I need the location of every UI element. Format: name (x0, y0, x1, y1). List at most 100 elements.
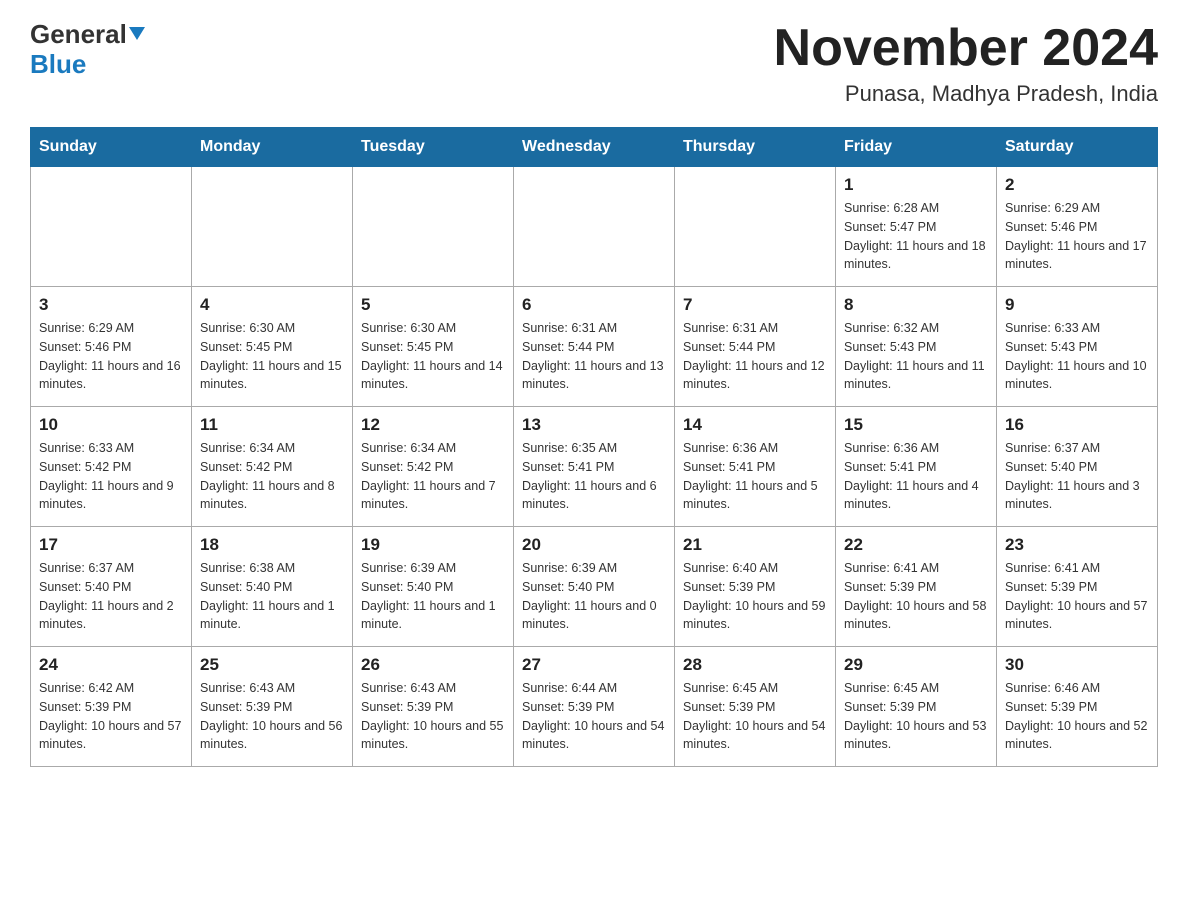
logo-blue-text: Blue (30, 50, 86, 80)
day-info: Sunrise: 6:40 AMSunset: 5:39 PMDaylight:… (683, 559, 827, 634)
calendar-cell: 9 Sunrise: 6:33 AMSunset: 5:43 PMDaylight… (997, 287, 1158, 407)
day-number: 26 (361, 655, 505, 675)
day-info: Sunrise: 6:39 AMSunset: 5:40 PMDaylight:… (522, 559, 666, 634)
calendar-cell: 4 Sunrise: 6:30 AMSunset: 5:45 PMDaylight… (192, 287, 353, 407)
day-number: 4 (200, 295, 344, 315)
day-info: Sunrise: 6:32 AMSunset: 5:43 PMDaylight:… (844, 319, 988, 394)
day-info: Sunrise: 6:45 AMSunset: 5:39 PMDaylight:… (683, 679, 827, 754)
weekday-header-tuesday: Tuesday (353, 128, 514, 167)
day-info: Sunrise: 6:45 AMSunset: 5:39 PMDaylight:… (844, 679, 988, 754)
calendar-cell: 28 Sunrise: 6:45 AMSunset: 5:39 PMDayligh… (675, 647, 836, 767)
day-number: 29 (844, 655, 988, 675)
calendar-cell: 18 Sunrise: 6:38 AMSunset: 5:40 PMDayligh… (192, 527, 353, 647)
day-number: 25 (200, 655, 344, 675)
day-info: Sunrise: 6:34 AMSunset: 5:42 PMDaylight:… (200, 439, 344, 514)
day-info: Sunrise: 6:30 AMSunset: 5:45 PMDaylight:… (200, 319, 344, 394)
week-row-5: 24 Sunrise: 6:42 AMSunset: 5:39 PMDayligh… (31, 647, 1158, 767)
day-number: 18 (200, 535, 344, 555)
calendar-cell: 20 Sunrise: 6:39 AMSunset: 5:40 PMDayligh… (514, 527, 675, 647)
day-info: Sunrise: 6:31 AMSunset: 5:44 PMDaylight:… (683, 319, 827, 394)
calendar-cell: 23Sunrise: 6:41 AMSunset: 5:39 PMDayligh… (997, 527, 1158, 647)
logo-triangle-icon (129, 27, 145, 40)
calendar-cell: 3 Sunrise: 6:29 AMSunset: 5:46 PMDaylight… (31, 287, 192, 407)
day-number: 3 (39, 295, 183, 315)
calendar-cell: 14 Sunrise: 6:36 AMSunset: 5:41 PMDayligh… (675, 407, 836, 527)
calendar-cell: 26 Sunrise: 6:43 AMSunset: 5:39 PMDayligh… (353, 647, 514, 767)
logo: General Blue (30, 20, 145, 80)
day-info: Sunrise: 6:36 AMSunset: 5:41 PMDaylight:… (683, 439, 827, 514)
calendar-table: SundayMondayTuesdayWednesdayThursdayFrid… (30, 127, 1158, 767)
day-number: 28 (683, 655, 827, 675)
day-info: Sunrise: 6:41 AMSunset: 5:39 PMDaylight:… (1005, 559, 1149, 634)
day-number: 16 (1005, 415, 1149, 435)
calendar-cell: 24 Sunrise: 6:42 AMSunset: 5:39 PMDayligh… (31, 647, 192, 767)
day-info: Sunrise: 6:38 AMSunset: 5:40 PMDaylight:… (200, 559, 344, 634)
week-row-4: 17 Sunrise: 6:37 AMSunset: 5:40 PMDayligh… (31, 527, 1158, 647)
calendar-cell: 16Sunrise: 6:37 AMSunset: 5:40 PMDayligh… (997, 407, 1158, 527)
day-number: 12 (361, 415, 505, 435)
day-info: Sunrise: 6:33 AMSunset: 5:42 PMDaylight:… (39, 439, 183, 514)
day-number: 15 (844, 415, 988, 435)
day-info: Sunrise: 6:31 AMSunset: 5:44 PMDaylight:… (522, 319, 666, 394)
calendar-cell: 2Sunrise: 6:29 AMSunset: 5:46 PMDaylight… (997, 167, 1158, 287)
page-header: General Blue November 2024 Punasa, Madhy… (30, 20, 1158, 107)
day-number: 27 (522, 655, 666, 675)
day-number: 11 (200, 415, 344, 435)
weekday-header-thursday: Thursday (675, 128, 836, 167)
calendar-cell: 11 Sunrise: 6:34 AMSunset: 5:42 PMDayligh… (192, 407, 353, 527)
day-info: Sunrise: 6:36 AMSunset: 5:41 PMDaylight:… (844, 439, 988, 514)
calendar-cell: 10 Sunrise: 6:33 AMSunset: 5:42 PMDayligh… (31, 407, 192, 527)
day-number: 6 (522, 295, 666, 315)
weekday-header-friday: Friday (836, 128, 997, 167)
day-number: 1 (844, 175, 988, 195)
day-number: 21 (683, 535, 827, 555)
week-row-3: 10 Sunrise: 6:33 AMSunset: 5:42 PMDayligh… (31, 407, 1158, 527)
weekday-header-sunday: Sunday (31, 128, 192, 167)
weekday-header-row: SundayMondayTuesdayWednesdayThursdayFrid… (31, 128, 1158, 167)
calendar-cell: 27 Sunrise: 6:44 AMSunset: 5:39 PMDayligh… (514, 647, 675, 767)
weekday-header-wednesday: Wednesday (514, 128, 675, 167)
day-info: Sunrise: 6:29 AMSunset: 5:46 PMDaylight:… (1005, 199, 1149, 274)
day-info: Sunrise: 6:42 AMSunset: 5:39 PMDaylight:… (39, 679, 183, 754)
day-info: Sunrise: 6:29 AMSunset: 5:46 PMDaylight:… (39, 319, 183, 394)
day-number: 30 (1005, 655, 1149, 675)
day-number: 7 (683, 295, 827, 315)
calendar-cell (675, 167, 836, 287)
day-info: Sunrise: 6:28 AMSunset: 5:47 PMDaylight:… (844, 199, 988, 274)
day-info: Sunrise: 6:43 AMSunset: 5:39 PMDaylight:… (361, 679, 505, 754)
day-info: Sunrise: 6:46 AMSunset: 5:39 PMDaylight:… (1005, 679, 1149, 754)
calendar-cell: 5Sunrise: 6:30 AMSunset: 5:45 PMDaylight… (353, 287, 514, 407)
calendar-cell: 22 Sunrise: 6:41 AMSunset: 5:39 PMDayligh… (836, 527, 997, 647)
calendar-cell: 29 Sunrise: 6:45 AMSunset: 5:39 PMDayligh… (836, 647, 997, 767)
day-number: 14 (683, 415, 827, 435)
calendar-cell: 19 Sunrise: 6:39 AMSunset: 5:40 PMDayligh… (353, 527, 514, 647)
day-info: Sunrise: 6:37 AMSunset: 5:40 PMDaylight:… (39, 559, 183, 634)
title-area: November 2024 Punasa, Madhya Pradesh, In… (774, 20, 1158, 107)
day-number: 20 (522, 535, 666, 555)
calendar-cell: 15 Sunrise: 6:36 AMSunset: 5:41 PMDayligh… (836, 407, 997, 527)
location-title: Punasa, Madhya Pradesh, India (774, 81, 1158, 107)
day-number: 19 (361, 535, 505, 555)
day-info: Sunrise: 6:41 AMSunset: 5:39 PMDaylight:… (844, 559, 988, 634)
calendar-cell: 12Sunrise: 6:34 AMSunset: 5:42 PMDayligh… (353, 407, 514, 527)
calendar-cell: 7 Sunrise: 6:31 AMSunset: 5:44 PMDaylight… (675, 287, 836, 407)
day-info: Sunrise: 6:44 AMSunset: 5:39 PMDaylight:… (522, 679, 666, 754)
weekday-header-monday: Monday (192, 128, 353, 167)
month-title: November 2024 (774, 20, 1158, 77)
day-info: Sunrise: 6:39 AMSunset: 5:40 PMDaylight:… (361, 559, 505, 634)
weekday-header-saturday: Saturday (997, 128, 1158, 167)
calendar-cell: 25Sunrise: 6:43 AMSunset: 5:39 PMDayligh… (192, 647, 353, 767)
day-number: 22 (844, 535, 988, 555)
day-info: Sunrise: 6:30 AMSunset: 5:45 PMDaylight:… (361, 319, 505, 394)
calendar-cell (31, 167, 192, 287)
day-info: Sunrise: 6:35 AMSunset: 5:41 PMDaylight:… (522, 439, 666, 514)
day-info: Sunrise: 6:33 AMSunset: 5:43 PMDaylight:… (1005, 319, 1149, 394)
day-number: 17 (39, 535, 183, 555)
day-number: 10 (39, 415, 183, 435)
day-number: 9 (1005, 295, 1149, 315)
logo-text: General (30, 20, 145, 50)
calendar-cell: 17 Sunrise: 6:37 AMSunset: 5:40 PMDayligh… (31, 527, 192, 647)
day-number: 24 (39, 655, 183, 675)
calendar-cell: 1 Sunrise: 6:28 AMSunset: 5:47 PMDaylight… (836, 167, 997, 287)
day-number: 13 (522, 415, 666, 435)
